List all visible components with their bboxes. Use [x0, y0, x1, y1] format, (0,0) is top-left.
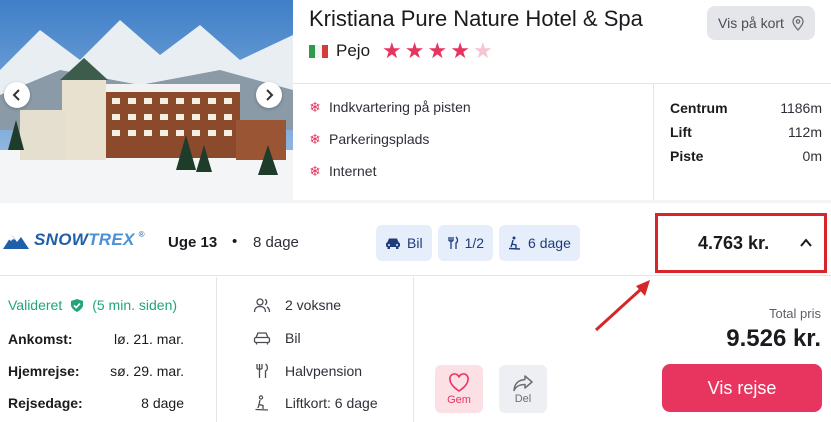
verified-shield-icon — [71, 298, 84, 312]
star-rating: ★ ★ ★ ★ ★ — [382, 40, 493, 62]
snowflake-icon: ❄ — [309, 162, 321, 179]
offer-details: Valideret (5 min. siden) Ankomst: lø. 21… — [0, 277, 831, 422]
car-icon — [253, 332, 271, 345]
return-row: Hjemrejse: sø. 29. mar. — [8, 363, 184, 379]
chevron-left-icon — [12, 89, 20, 101]
photo-prev-button[interactable] — [4, 82, 30, 108]
week-label: Uge 13 — [168, 234, 218, 251]
chip-board: 1/2 — [437, 225, 494, 261]
hotel-location: Pejo ★ ★ ★ ★ ★ — [309, 40, 493, 62]
distance-list: Centrum 1186m Lift 112m Piste 0m — [670, 100, 822, 164]
amenity-list: ❄ Indkvartering på pisten ❄ Parkeringsplads… — [309, 98, 471, 180]
distance-row: Lift 112m — [670, 124, 822, 140]
star-filled-icon: ★ — [404, 38, 425, 63]
cutlery-icon — [256, 363, 269, 378]
chevron-right-icon — [266, 89, 274, 101]
hotel-summary: Kristiana Pure Nature Hotel & Spa Vis på… — [0, 0, 831, 203]
feature-skipass: Liftkort: 6 dage — [253, 395, 378, 411]
star-filled-icon: ★ — [450, 38, 470, 63]
cutlery-icon — [447, 236, 458, 249]
hotel-photo-image — [0, 0, 293, 200]
per-person-price: 4.763 kr. — [698, 233, 770, 253]
arrival-row: Ankomst: lø. 21. mar. — [8, 331, 184, 347]
location-name: Pejo — [336, 41, 371, 60]
star-filled-icon: ★ — [427, 38, 448, 63]
annotation-arrow-icon — [594, 280, 650, 332]
map-pin-icon — [792, 15, 804, 31]
chevron-up-icon[interactable] — [798, 235, 814, 251]
feature-board: Halvpension — [253, 363, 362, 379]
show-on-map-button[interactable]: Vis på kort — [707, 6, 815, 40]
total-price-label: Total pris — [768, 306, 821, 321]
save-button[interactable]: Gem — [435, 365, 483, 413]
italy-flag-icon — [309, 44, 328, 58]
share-arrow-icon — [513, 374, 533, 391]
separator-dot: • — [232, 233, 238, 250]
hotel-info: Kristiana Pure Nature Hotel & Spa Vis på… — [293, 0, 831, 200]
show-trip-button[interactable]: Vis rejse — [662, 364, 822, 412]
included-features: 2 voksne Bil Halvpension Liftkort: 6 dag… — [217, 277, 414, 422]
hotel-offer-card: Kristiana Pure Nature Hotel & Spa Vis på… — [0, 0, 831, 422]
people-icon — [253, 298, 271, 313]
amenity-item: ❄ Parkeringsplads — [309, 130, 430, 148]
mountain-logo-icon — [3, 235, 29, 249]
snowflake-icon: ❄ — [309, 130, 321, 147]
hotel-name[interactable]: Kristiana Pure Nature Hotel & Spa — [309, 6, 643, 32]
chip-skipass: 6 dage — [499, 225, 580, 261]
feature-travellers: 2 voksne — [253, 297, 341, 313]
validated-status: Valideret (5 min. siden) — [8, 297, 178, 313]
distance-row: Piste 0m — [670, 148, 822, 164]
travel-dates: Valideret (5 min. siden) Ankomst: lø. 21… — [0, 277, 217, 422]
amenity-item: ❄ Internet — [309, 162, 377, 180]
chip-transport: Bil — [376, 225, 432, 261]
map-button-label: Vis på kort — [718, 15, 784, 31]
star-empty-icon: ★ — [472, 38, 493, 63]
feature-transport: Bil — [253, 330, 301, 346]
ski-lift-icon — [508, 236, 521, 250]
photo-next-button[interactable] — [256, 82, 282, 108]
divider — [293, 83, 831, 84]
total-price: 9.526 kr. — [726, 325, 821, 352]
travel-days-row: Rejsedage: 8 dage — [8, 395, 184, 411]
highlighted-price-box[interactable]: 4.763 kr. — [655, 213, 827, 273]
trip-summary-row[interactable]: SNOWTREX ® Uge 13 • 8 dage Bil 1/2 6 dag… — [0, 210, 831, 276]
trip-length: 8 dage — [253, 234, 299, 251]
hotel-photo[interactable] — [0, 0, 293, 200]
distance-row: Centrum 1186m — [670, 100, 822, 116]
star-filled-icon: ★ — [382, 38, 402, 63]
ski-lift-icon — [255, 395, 269, 411]
snowflake-icon: ❄ — [309, 98, 321, 115]
share-button[interactable]: Del — [499, 365, 547, 413]
snowtrex-logo: SNOWTREX ® — [2, 230, 145, 250]
amenity-item: ❄ Indkvartering på pisten — [309, 98, 471, 116]
car-icon — [386, 238, 400, 249]
offer-chips: Bil 1/2 6 dage — [376, 225, 580, 261]
divider — [653, 84, 654, 200]
heart-icon — [449, 372, 469, 392]
